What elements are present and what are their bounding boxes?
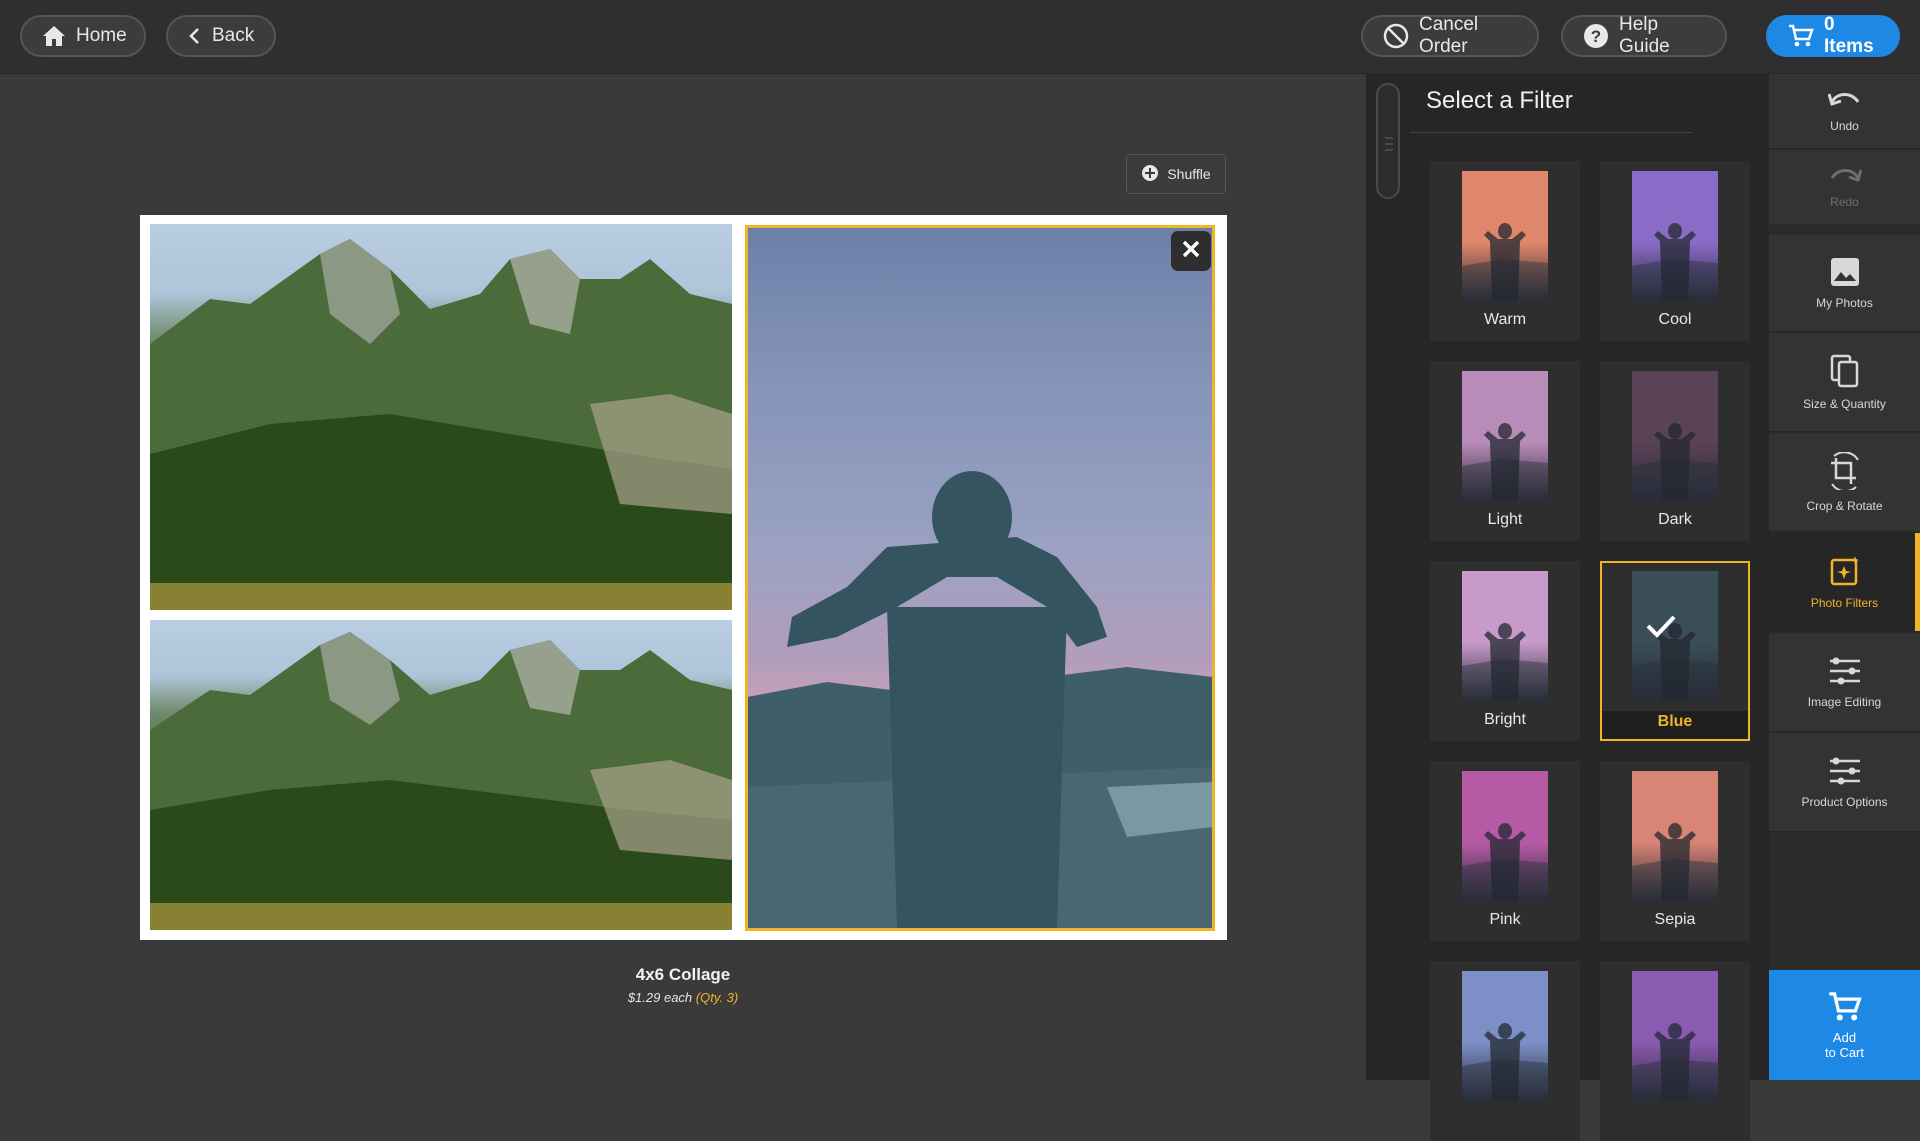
divider <box>1410 132 1692 133</box>
mountain-image <box>150 632 732 930</box>
home-icon <box>42 25 66 47</box>
sliders-icon <box>1828 656 1862 689</box>
shuffle-button[interactable]: Shuffle <box>1126 154 1226 194</box>
home-label: Home <box>76 25 127 46</box>
filter-thumbnail <box>1632 171 1718 301</box>
filter-option-cool[interactable]: Cool <box>1600 161 1750 341</box>
filter-thumbnail <box>1632 771 1718 901</box>
low-resolution-warning-strip <box>150 903 732 930</box>
undo-label: Undo <box>1830 118 1859 133</box>
filter-thumbnail <box>1462 971 1548 1101</box>
undo-icon <box>1827 90 1862 113</box>
product-options-button[interactable]: Product Options <box>1769 733 1920 832</box>
collage-photo-right-selected[interactable] <box>747 227 1213 929</box>
filter-thumbnail <box>1462 771 1548 901</box>
image-editing-button[interactable]: Image Editing <box>1769 633 1920 732</box>
collage-photo-top-left[interactable] <box>150 224 732 610</box>
crop-rotate-label: Crop & Rotate <box>1806 498 1883 513</box>
filter-label: Cool <box>1658 311 1692 328</box>
product-options-label: Product Options <box>1801 794 1888 809</box>
filter-thumbnail <box>1462 171 1548 301</box>
chevron-left-icon <box>188 27 202 45</box>
my-photos-button[interactable]: My Photos <box>1769 235 1920 332</box>
check-icon <box>1645 613 1677 644</box>
collage-photo-bottom-left[interactable] <box>150 620 732 930</box>
plus-circle-icon <box>1141 164 1159 185</box>
remove-photo-button[interactable] <box>1171 231 1211 271</box>
redo-label: Redo <box>1830 194 1859 209</box>
filter-label: Dark <box>1658 511 1692 528</box>
filter-panel-scrollbar[interactable] <box>1376 83 1400 199</box>
product-title: 4x6 Collage <box>635 965 731 984</box>
add-to-cart-label-line2: to Cart <box>1824 1044 1864 1060</box>
cart-button[interactable]: 0 Items <box>1766 14 1900 57</box>
sparkle-icon <box>1829 555 1861 590</box>
filter-label: Warm <box>1483 311 1527 328</box>
filter-panel-title: Select a Filter <box>1426 87 1573 114</box>
size-quantity-label: Size & Quantity <box>1803 396 1886 411</box>
filter-option-pink[interactable]: Pink <box>1430 761 1580 941</box>
image-icon <box>1830 257 1860 290</box>
mountain-image <box>150 239 732 610</box>
add-to-cart-button[interactable]: Add to Cart <box>1769 970 1920 1080</box>
filter-option-more-8[interactable] <box>1430 961 1580 1141</box>
size-quantity-button[interactable]: Size & Quantity <box>1769 333 1920 432</box>
my-photos-label: My Photos <box>1816 295 1873 310</box>
copy-icon <box>1830 354 1860 391</box>
cancel-order-label: Cancel Order <box>1419 14 1479 57</box>
filter-option-bright[interactable]: Bright <box>1430 561 1580 741</box>
help-icon: ? <box>1583 23 1609 49</box>
cancel-order-button[interactable]: Cancel Order <box>1361 14 1539 57</box>
filter-thumbnail <box>1462 371 1548 501</box>
filter-option-blue[interactable]: Blue <box>1600 561 1750 741</box>
redo-icon <box>1828 166 1862 189</box>
cart-icon <box>1828 991 1862 1026</box>
quantity-label: (Qty. 3) <box>695 990 739 1005</box>
filter-thumbnail <box>1632 971 1718 1101</box>
home-button[interactable]: Home <box>20 15 146 57</box>
redo-button[interactable]: Redo <box>1769 150 1920 225</box>
image-editing-label: Image Editing <box>1807 694 1882 709</box>
filter-label: Blue <box>1657 713 1693 730</box>
svg-text:?: ? <box>1591 27 1601 46</box>
portrait-image <box>747 471 1213 929</box>
filter-thumbnail <box>1632 371 1718 501</box>
crop-rotate-icon <box>1826 450 1864 493</box>
filter-option-light[interactable]: Light <box>1430 361 1580 541</box>
photo-filters-label: Photo Filters <box>1810 595 1879 610</box>
shuffle-label: Shuffle <box>1167 166 1211 182</box>
close-icon <box>1182 240 1200 263</box>
sliders-icon <box>1828 756 1862 789</box>
filter-label: Pink <box>1489 911 1521 928</box>
filter-option-dark[interactable]: Dark <box>1600 361 1750 541</box>
filter-label: Sepia <box>1654 911 1696 928</box>
filter-option-warm[interactable]: Warm <box>1430 161 1580 341</box>
back-label: Back <box>212 25 255 46</box>
product-price: $1.29 each (Qty. 3) <box>0 990 1366 1005</box>
crop-rotate-button[interactable]: Crop & Rotate <box>1769 433 1920 532</box>
filter-label: Light <box>1487 511 1523 528</box>
price-each: $1.29 each <box>627 990 693 1005</box>
help-guide-button[interactable]: ? Help Guide <box>1561 14 1727 57</box>
cart-icon <box>1788 24 1814 48</box>
cancel-icon <box>1383 23 1409 49</box>
filter-option-sepia[interactable]: Sepia <box>1600 761 1750 941</box>
filter-label: Bright <box>1484 711 1526 728</box>
cart-count-label: 0 Items <box>1824 14 1874 57</box>
photo-filters-button[interactable]: Photo Filters <box>1769 533 1920 632</box>
add-to-cart-label-line1: Add <box>1832 1029 1857 1045</box>
undo-button[interactable]: Undo <box>1769 74 1920 149</box>
filter-option-more-9[interactable] <box>1600 961 1750 1141</box>
low-resolution-warning-strip <box>150 583 732 610</box>
help-guide-label: Help Guide <box>1619 14 1670 57</box>
back-button[interactable]: Back <box>166 15 276 57</box>
filter-thumbnail <box>1462 571 1548 701</box>
